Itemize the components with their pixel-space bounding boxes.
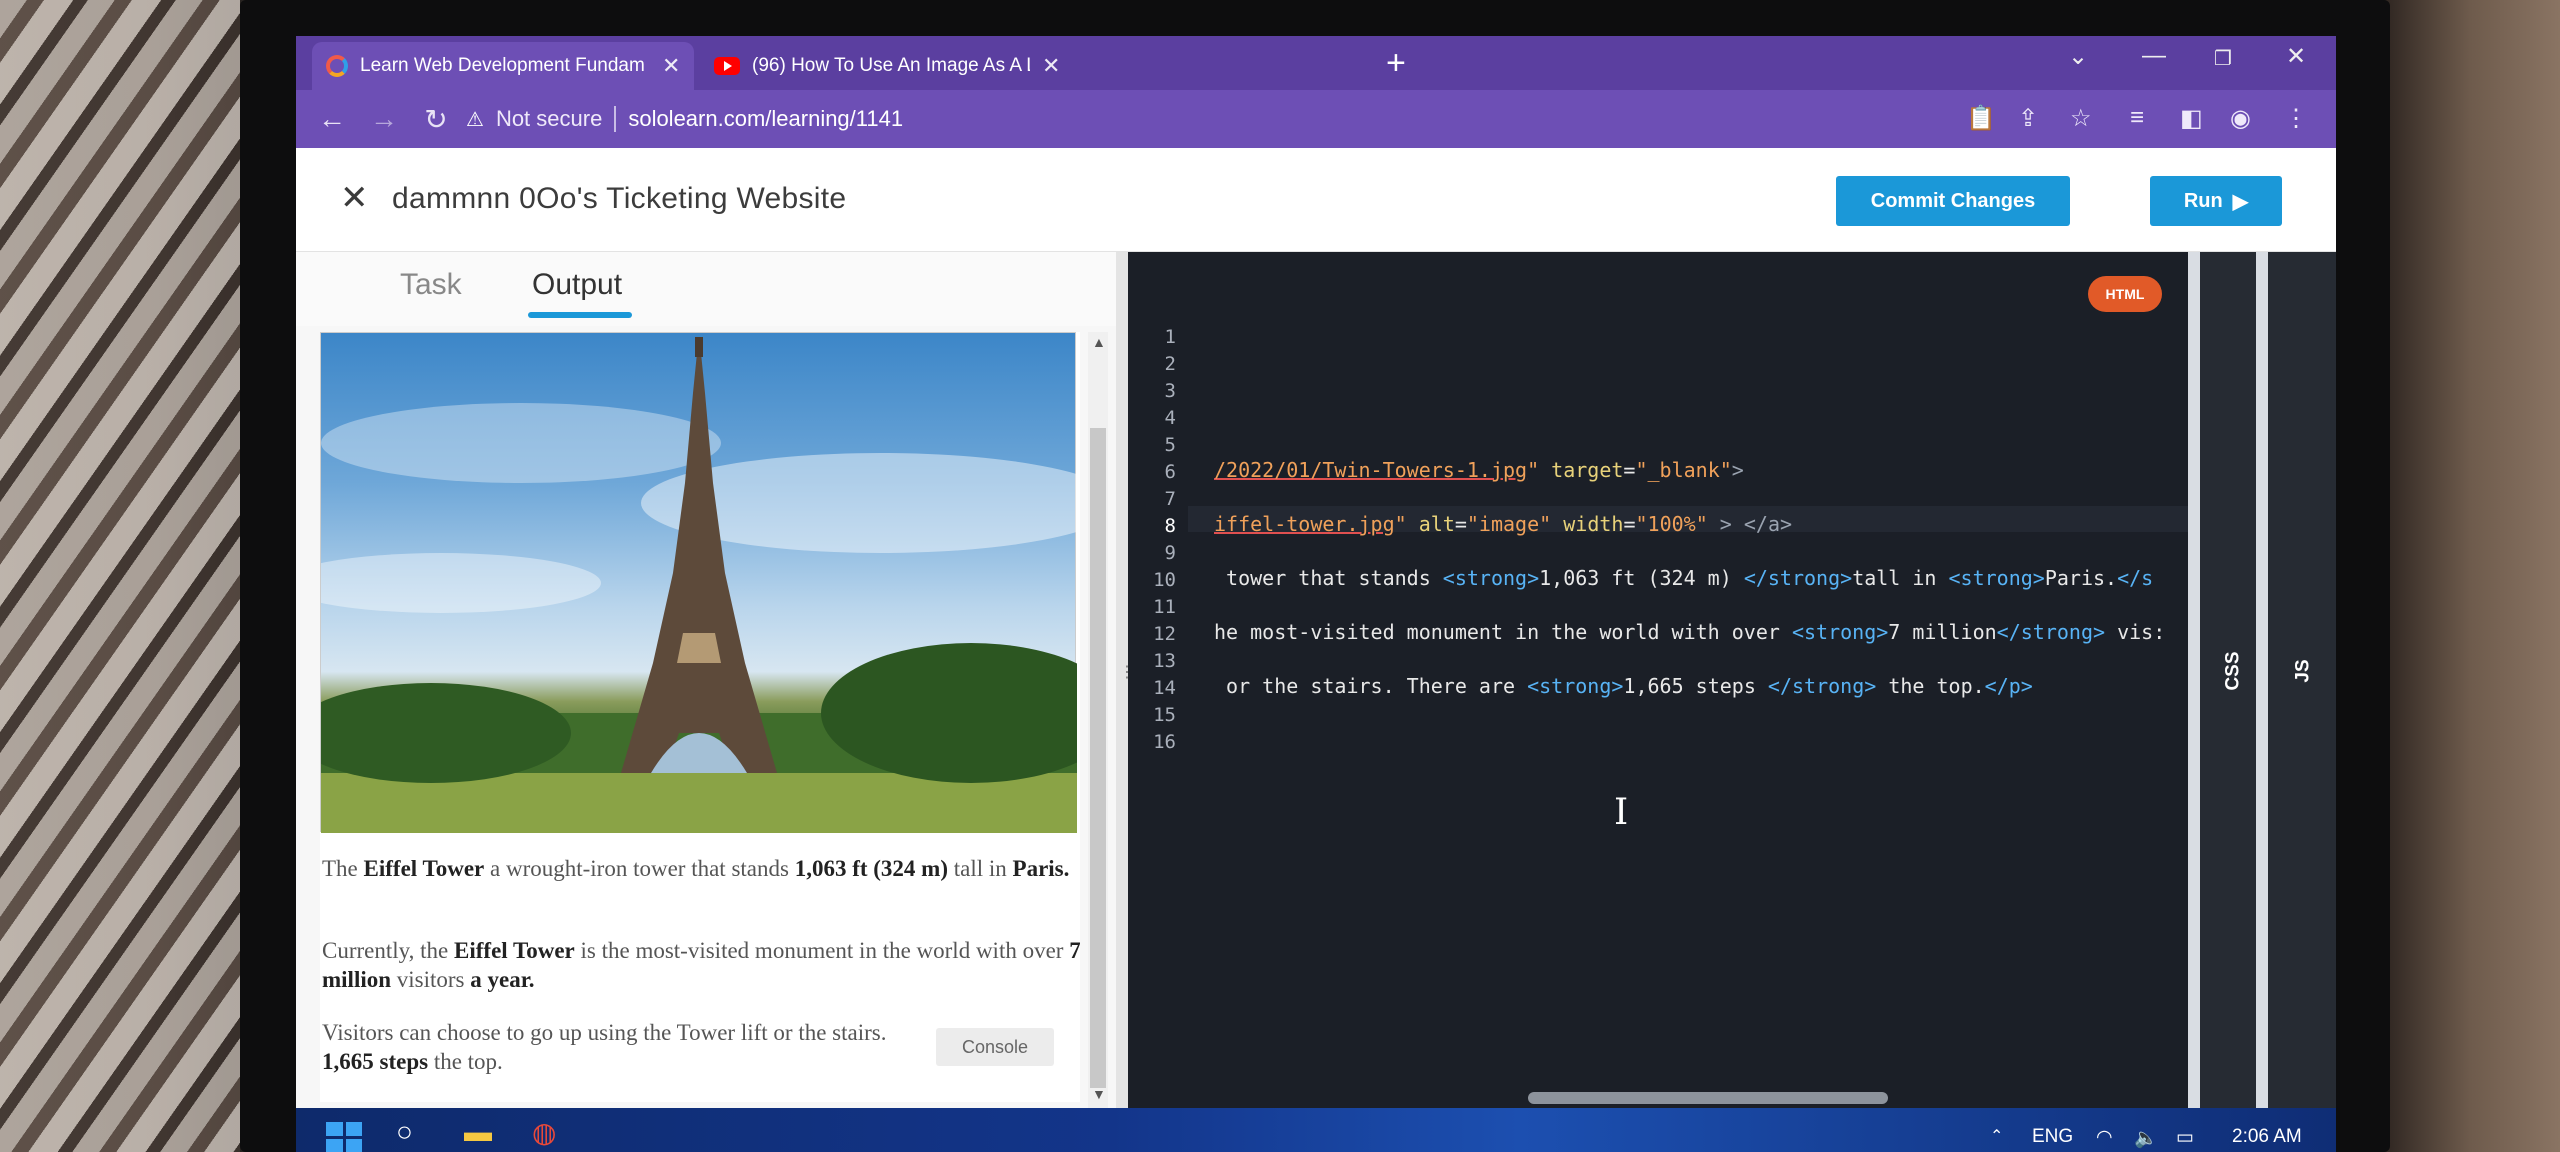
side-divider <box>2188 252 2200 1108</box>
line-number: 10 <box>1153 569 1176 591</box>
omnibox-divider <box>614 106 617 132</box>
line-number: 9 <box>1164 542 1176 564</box>
code-line-6: /2022/01/Twin-Towers-1.jpg" target="_bla… <box>1214 458 1744 482</box>
code-playground-header: ✕ dammnn 0Oo's Ticketing Website Commit … <box>296 148 2336 252</box>
code-line-8: iffel-tower.jpg" alt="image" width="100%… <box>1214 512 1793 536</box>
background-right <box>2380 0 2560 1152</box>
close-icon[interactable]: ✕ <box>340 178 369 218</box>
share-icon[interactable]: ⇪ <box>2018 104 2038 133</box>
minimize-icon[interactable]: — <box>2142 42 2166 70</box>
tab-js[interactable]: JS <box>2293 659 2315 682</box>
language-indicator[interactable]: ENG <box>2032 1126 2073 1148</box>
battery-icon[interactable]: ▭ <box>2176 1126 2194 1149</box>
console-button[interactable]: Console <box>936 1028 1054 1066</box>
restore-icon[interactable]: ❐ <box>2214 46 2232 71</box>
play-icon: ▶ <box>2232 190 2249 213</box>
left-pane: Task Output The Eiffel Tower a wrought-i… <box>296 252 1116 1108</box>
run-label: Run <box>2183 189 2223 212</box>
active-tab-indicator <box>528 312 632 318</box>
scroll-up-icon[interactable]: ▲ <box>1092 334 1106 350</box>
browser-toolbar: ← → ↻ ⚠ Not secure sololearn.com/learnin… <box>296 90 2336 148</box>
editor-horizontal-scrollbar[interactable] <box>1528 1092 1888 1104</box>
tab-output[interactable]: Output <box>532 268 622 302</box>
browser-tab-sololearn[interactable]: Learn Web Development Fundam ✕ <box>312 42 695 90</box>
sololearn-page: ✕ dammnn 0Oo's Ticketing Website Commit … <box>296 148 2336 1108</box>
close-tab-icon[interactable]: ✕ <box>1042 53 1060 79</box>
eiffel-tower-illustration <box>320 337 1080 833</box>
pane-tabs: Task Output <box>296 252 1116 326</box>
close-window-icon[interactable]: ✕ <box>2286 42 2306 71</box>
line-number: 5 <box>1164 434 1176 456</box>
text-cursor-icon: I <box>1614 792 1629 833</box>
output-scrollbar[interactable]: ▲ ▼ <box>1088 332 1108 1108</box>
run-button[interactable]: Run ▶ <box>2150 176 2282 226</box>
search-icon[interactable]: ○ <box>396 1116 413 1148</box>
output-paragraph-1: The Eiffel Tower a wrought-iron tower th… <box>322 856 1070 881</box>
output-preview: The Eiffel Tower a wrought-iron tower th… <box>320 332 1080 1102</box>
url-text: sololearn.com/learning/1141 <box>628 106 904 131</box>
line-number: 7 <box>1164 488 1176 510</box>
tab-title: Learn Web Development Fundam <box>360 55 645 76</box>
youtube-favicon-icon <box>714 57 740 75</box>
tab-search-chevron-icon[interactable]: ⌄ <box>2068 42 2088 71</box>
line-number: 12 <box>1153 623 1176 645</box>
code-line-14: or the stairs. There are <strong>1,665 s… <box>1214 674 2033 698</box>
tab-css[interactable]: CSS <box>2223 651 2245 690</box>
volume-icon[interactable]: 🔈 <box>2134 1126 2158 1150</box>
clipboard-icon[interactable]: 📋 <box>1966 104 1996 133</box>
file-explorer-icon[interactable]: ▬ <box>464 1116 492 1148</box>
side-divider <box>2256 252 2268 1108</box>
chrome-icon[interactable]: ◍ <box>532 1116 556 1149</box>
omnibox[interactable]: ⚠ Not secure sololearn.com/learning/1141 <box>466 96 1946 142</box>
back-icon[interactable]: ← <box>306 103 358 135</box>
clock[interactable]: 2:06 AM <box>2232 1126 2302 1148</box>
eiffel-tower-image <box>320 332 1080 833</box>
menu-kebab-icon[interactable]: ⋮ <box>2284 104 2308 133</box>
code-line-12: he most-visited monument in the world wi… <box>1214 620 2166 644</box>
bookmark-star-icon[interactable]: ☆ <box>2070 104 2092 133</box>
browser-tab-youtube[interactable]: (96) How To Use An Image As A L ✕ <box>700 42 1074 90</box>
line-number: 4 <box>1164 407 1176 429</box>
wifi-icon[interactable]: ◠ <box>2096 1126 2113 1149</box>
code-line-10: tower that stands <strong>1,063 ft (324 … <box>1214 566 2154 590</box>
new-tab-icon[interactable]: + <box>1386 44 1406 83</box>
sololearn-favicon-icon <box>326 55 348 77</box>
reading-list-icon[interactable]: ≡ <box>2130 104 2144 132</box>
tray-chevron-icon[interactable]: ⌃ <box>1990 1126 2003 1146</box>
forward-icon[interactable]: → <box>358 103 410 135</box>
tab-task[interactable]: Task <box>400 268 462 302</box>
side-panel-icon[interactable]: ◧ <box>2180 104 2203 133</box>
scrollbar-thumb[interactable] <box>1090 428 1106 1088</box>
pane-splitter[interactable]: ⋮ <box>1116 252 1135 1108</box>
line-number: 14 <box>1153 677 1176 699</box>
project-title: dammnn 0Oo's Ticketing Website <box>392 182 847 215</box>
line-number: 16 <box>1153 731 1176 753</box>
line-number: 2 <box>1164 353 1176 375</box>
line-number: 3 <box>1164 380 1176 402</box>
close-tab-icon[interactable]: ✕ <box>662 53 680 79</box>
code-editor[interactable]: HTML 1 2 3 4 5 6 7 8 9 10 11 12 13 14 15… <box>1128 252 2188 1108</box>
reload-icon[interactable]: ↻ <box>410 103 462 136</box>
background-fabric-left <box>0 0 240 1152</box>
line-number: 1 <box>1164 326 1176 348</box>
browser-tabstrip: Learn Web Development Fundam ✕ (96) How … <box>296 36 2336 90</box>
commit-changes-button[interactable]: Commit Changes <box>1836 176 2070 226</box>
line-number: 13 <box>1153 650 1176 672</box>
line-number-current: 8 <box>1164 515 1176 537</box>
windows-taskbar: ○ ▬ ◍ ⌃ ENG ◠ 🔈 ▭ 2:06 AM <box>296 1108 2336 1152</box>
windows-start-icon[interactable] <box>326 1122 362 1152</box>
tab-title: (96) How To Use An Image As A L <box>752 55 1030 76</box>
line-number: 15 <box>1153 704 1176 726</box>
editor-side-tabs: CSS JS <box>2188 252 2336 1108</box>
profile-avatar-icon[interactable]: ◉ <box>2230 104 2251 133</box>
warning-icon: ⚠ <box>466 108 484 131</box>
security-label: Not secure <box>495 106 603 131</box>
language-badge: HTML <box>2088 276 2162 312</box>
line-number: 6 <box>1164 461 1176 483</box>
scroll-down-icon[interactable]: ▼ <box>1092 1086 1106 1102</box>
line-number: 11 <box>1153 596 1176 618</box>
output-paragraph-2: Currently, the Eiffel Tower is the most-… <box>322 938 1080 992</box>
